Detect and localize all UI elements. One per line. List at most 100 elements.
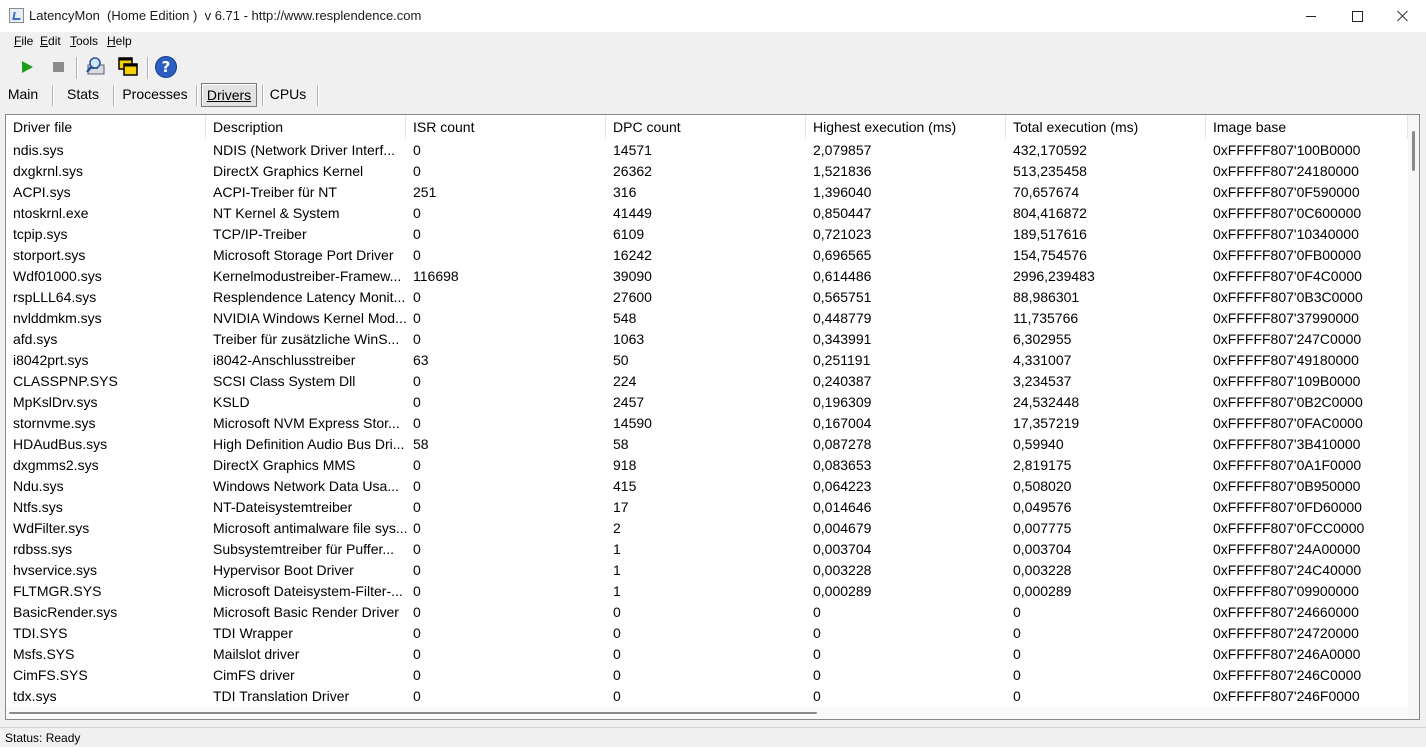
tab-processes[interactable]: Processes (121, 83, 189, 105)
horizontal-scroll-thumb[interactable] (9, 712, 817, 714)
table-row[interactable]: CLASSPNP.SYS SCSI Class System Dll 0 224 0,2… (6, 371, 1408, 392)
cell-driver-file: afd.sys (13, 331, 58, 347)
table-row[interactable]: afd.sys Treiber für zusätzliche WinS... 0 1… (6, 329, 1408, 350)
cell-driver-file: WdFilter.sys (13, 520, 90, 536)
cell-driver-file: i8042prt.sys (13, 352, 89, 368)
menu-edit[interactable]: Edit (40, 34, 61, 48)
cell-isr-count: 0 (413, 583, 421, 599)
cell-image-base: 0xFFFFF807'0B3C0000 (1213, 289, 1363, 305)
cell-total-execution: 2996,239483 (1013, 268, 1095, 284)
cell-driver-file: ntoskrnl.exe (13, 205, 89, 221)
cell-dpc-count: 415 (613, 478, 637, 494)
table-row[interactable]: dxgkrnl.sys DirectX Graphics Kernel 0 26362… (6, 161, 1408, 182)
column-header-description[interactable]: Description (206, 115, 406, 139)
table-row[interactable]: storport.sys Microsoft Storage Port Drive… (6, 245, 1408, 266)
help-button[interactable]: ? (154, 55, 178, 79)
cell-description: Resplendence Latency Monit... (213, 289, 406, 305)
column-header-image-base[interactable]: Image base (1206, 115, 1408, 139)
tab-stats[interactable]: Stats (61, 83, 105, 105)
table-row[interactable]: tdx.sys TDI Translation Driver 0 0 0 0 0xFFFFF… (6, 686, 1408, 707)
cell-total-execution: 70,657674 (1013, 184, 1080, 200)
windows-icon (118, 57, 138, 76)
cell-driver-file: dxgkrnl.sys (13, 163, 84, 179)
cell-total-execution: 0,049576 (1013, 499, 1072, 515)
tab-drivers[interactable]: Drivers (201, 83, 257, 107)
table-row[interactable]: Wdf01000.sys Kernelmodustreiber-Framew...… (6, 266, 1408, 287)
tab-cpus[interactable]: CPUs (268, 83, 308, 105)
table-row[interactable]: tcpip.sys TCP/IP-Treiber 0 6109 0,721023 189,… (6, 224, 1408, 245)
cell-isr-count: 63 (413, 352, 429, 368)
menu-help[interactable]: Help (107, 34, 132, 48)
tab-separator (113, 85, 115, 106)
tab-separator (52, 85, 54, 106)
cell-image-base: 0xFFFFF807'24C40000 (1213, 562, 1362, 578)
table-row[interactable]: WdFilter.sys Microsoft antimalware file s… (6, 518, 1408, 539)
cell-total-execution: 0 (1013, 625, 1021, 641)
cell-dpc-count: 2 (613, 520, 621, 536)
vertical-scroll-thumb[interactable] (1412, 131, 1415, 171)
table-row[interactable]: Ntfs.sys NT-Dateisystemtreiber 0 17 0,014646… (6, 497, 1408, 518)
start-button[interactable] (15, 55, 39, 79)
table-row[interactable]: i8042prt.sys i8042-Anschlusstreiber 63 50 0,… (6, 350, 1408, 371)
cell-highest-execution: 1,521836 (813, 163, 872, 179)
cell-total-execution: 0,003228 (1013, 562, 1072, 578)
maximize-icon (1351, 10, 1363, 22)
horizontal-scrollbar[interactable] (6, 707, 1408, 719)
cell-highest-execution: 0,448779 (813, 310, 872, 326)
table-row[interactable]: hvservice.sys Hypervisor Boot Driver 0 1 0,0… (6, 560, 1408, 581)
maximize-button[interactable] (1334, 0, 1380, 32)
table-row[interactable]: Msfs.SYS Mailslot driver 0 0 0 0 0xFFFFF807'24… (6, 644, 1408, 665)
status-text: Status: Ready (5, 731, 81, 745)
cell-dpc-count: 0 (613, 688, 621, 704)
menu-help-mnemonic: H (107, 34, 116, 48)
drivers-list[interactable]: Driver file Description ISR count DPC co… (5, 114, 1420, 720)
cell-highest-execution: 0,614486 (813, 268, 872, 284)
table-row[interactable]: MpKslDrv.sys KSLD 0 2457 0,196309 24,532448 0x… (6, 392, 1408, 413)
cell-driver-file: FLTMGR.SYS (13, 583, 102, 599)
table-row[interactable]: BasicRender.sys Microsoft Basic Render Dr… (6, 602, 1408, 623)
cell-highest-execution: 0 (813, 688, 821, 704)
column-header-highest-execution[interactable]: Highest execution (ms) (806, 115, 1006, 139)
driver-search-button[interactable] (84, 55, 108, 79)
cell-isr-count: 0 (413, 562, 421, 578)
vertical-scrollbar[interactable] (1408, 115, 1419, 719)
cell-total-execution: 513,235458 (1013, 163, 1087, 179)
column-header-isr-count[interactable]: ISR count (406, 115, 606, 139)
table-row[interactable]: ntoskrnl.exe NT Kernel & System 0 41449 0,85… (6, 203, 1408, 224)
table-row[interactable]: rdbss.sys Subsystemtreiber für Puffer... 0… (6, 539, 1408, 560)
table-row[interactable]: dxgmms2.sys DirectX Graphics MMS 0 918 0,083… (6, 455, 1408, 476)
cell-description: NVIDIA Windows Kernel Mod... (213, 310, 406, 326)
cell-total-execution: 0 (1013, 667, 1021, 683)
menu-file[interactable]: File (14, 34, 33, 48)
table-row[interactable]: nvlddmkm.sys NVIDIA Windows Kernel Mod...… (6, 308, 1408, 329)
table-row[interactable]: ndis.sys NDIS (Network Driver Interf... 0 1… (6, 140, 1408, 161)
table-row[interactable]: HDAudBus.sys High Definition Audio Bus Dr… (6, 434, 1408, 455)
table-row[interactable]: Ndu.sys Windows Network Data Usa... 0 415 0,… (6, 476, 1408, 497)
cell-dpc-count: 2457 (613, 394, 645, 410)
cell-description: NT Kernel & System (213, 205, 340, 221)
cell-description: Windows Network Data Usa... (213, 478, 399, 494)
minimize-button[interactable] (1288, 0, 1334, 32)
table-row[interactable]: ACPI.sys ACPI-Treiber für NT 251 316 1,39604… (6, 182, 1408, 203)
cell-total-execution: 3,234537 (1013, 373, 1072, 389)
table-row[interactable]: TDI.SYS TDI Wrapper 0 0 0 0 0xFFFFF807'2472000… (6, 623, 1408, 644)
menu-tools[interactable]: Tools (70, 34, 98, 48)
cell-total-execution: 0 (1013, 646, 1021, 662)
tab-separator (317, 85, 319, 106)
column-header-total-execution[interactable]: Total execution (ms) (1006, 115, 1206, 139)
table-row[interactable]: stornvme.sys Microsoft NVM Express Stor..… (6, 413, 1408, 434)
cell-description: TDI Wrapper (213, 625, 293, 641)
cell-description: Hypervisor Boot Driver (213, 562, 354, 578)
tab-separator (196, 85, 198, 106)
stop-button[interactable] (46, 55, 70, 79)
table-row[interactable]: rspLLL64.sys Resplendence Latency Monit..… (6, 287, 1408, 308)
cell-description: TCP/IP-Treiber (213, 226, 307, 242)
table-row[interactable]: FLTMGR.SYS Microsoft Dateisystem-Filter-.… (6, 581, 1408, 602)
cell-description: Microsoft Dateisystem-Filter-... (213, 583, 403, 599)
windows-button[interactable] (116, 55, 140, 79)
column-header-driver-file[interactable]: Driver file (6, 115, 206, 139)
close-button[interactable] (1380, 0, 1426, 32)
table-row[interactable]: CimFS.SYS CimFS driver 0 0 0 0 0xFFFFF807'246C… (6, 665, 1408, 686)
tab-main[interactable]: Main (3, 83, 43, 105)
column-header-dpc-count[interactable]: DPC count (606, 115, 806, 139)
